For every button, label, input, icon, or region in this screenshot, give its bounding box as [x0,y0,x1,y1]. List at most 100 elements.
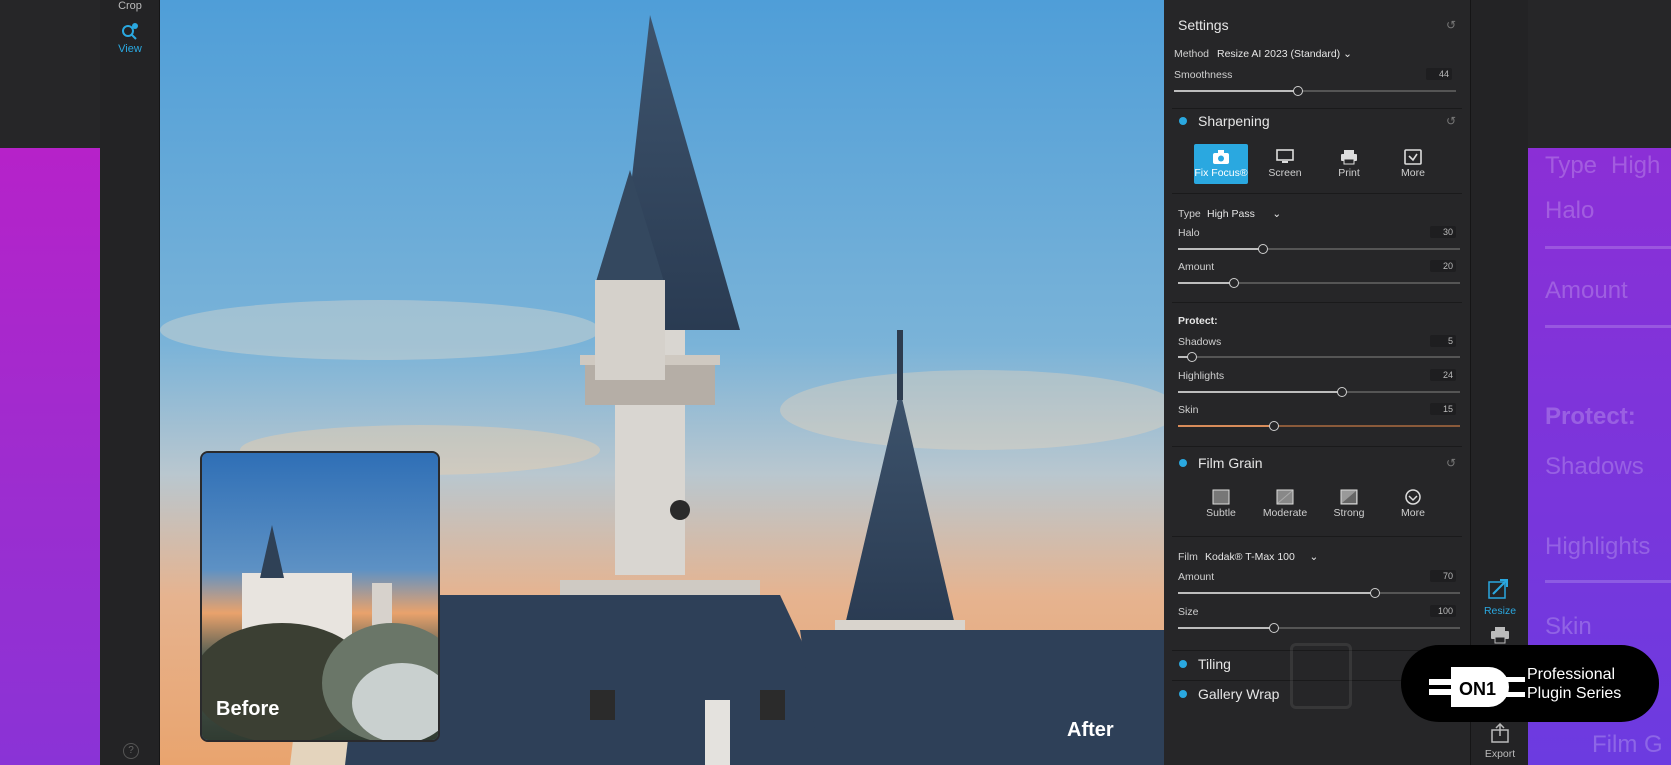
smoothness-value[interactable]: 44 [1426,68,1452,80]
slider-knob[interactable] [1370,588,1380,598]
film-label: Film [1178,551,1198,563]
ghost-protect: Protect: [1545,403,1636,430]
sharpen-amount-value[interactable]: 20 [1430,260,1456,272]
slider-fill [1174,90,1298,92]
gallery-wrap-enabled-dot[interactable] [1179,690,1187,698]
chevron-down-icon: ⌄ [1343,48,1352,60]
slider-knob[interactable] [1229,278,1239,288]
help-icon[interactable]: ? [123,743,139,759]
halo-value[interactable]: 30 [1430,226,1456,238]
checkbox-icon [1404,149,1422,165]
grain-size-label: Size [1178,606,1199,618]
ghost-skin: Skin [1545,613,1592,640]
skin-label: Skin [1178,404,1199,416]
export-label[interactable]: Export [1471,748,1529,760]
slider-knob[interactable] [1269,623,1279,633]
film-grain-enabled-dot[interactable] [1179,459,1187,467]
sharpen-amount-slider[interactable] [1178,278,1460,288]
highlights-slider[interactable] [1178,387,1460,397]
magnifier-icon[interactable] [120,22,140,40]
film-dropdown[interactable]: Kodak® T-Max 100 ⌄ [1205,551,1318,563]
slider-knob[interactable] [1337,387,1347,397]
grain-amount-value[interactable]: 70 [1430,570,1456,582]
image-canvas[interactable]: Before [160,0,1164,765]
grain-label: Subtle [1206,507,1236,519]
grain-moderate-button[interactable]: Moderate [1258,484,1312,524]
sharpening-title: Sharpening [1198,113,1270,129]
type-value: High Pass [1207,208,1255,220]
skin-value[interactable]: 15 [1430,403,1456,415]
shadows-value[interactable]: 5 [1430,335,1456,347]
mode-more-button[interactable]: More [1386,144,1440,184]
grain-size-value[interactable]: 100 [1430,605,1456,617]
smoothness-slider[interactable] [1174,86,1456,96]
protect-label: Protect: [1178,315,1218,327]
grain-label: More [1401,507,1425,519]
ghost-shadows: Shadows [1545,453,1644,480]
chevron-down-icon: ⌄ [1272,208,1282,220]
grain-amount-label: Amount [1178,571,1215,583]
ghost-halo: Halo [1545,197,1595,224]
gallery-wrap-title[interactable]: Gallery Wrap [1198,686,1279,702]
shadows-slider[interactable] [1178,352,1460,362]
chevron-down-icon: ⌄ [1309,551,1319,563]
svg-text:ON1: ON1 [1459,679,1496,699]
printer-icon[interactable] [1490,626,1510,644]
camera-icon [1213,150,1229,164]
type-dropdown[interactable]: High Pass ⌄ [1207,208,1281,220]
film-grain-reset-icon[interactable]: ↺ [1446,457,1458,469]
slider-knob[interactable] [1293,86,1303,96]
tiling-enabled-dot[interactable] [1179,660,1187,668]
export-icon[interactable] [1490,723,1510,743]
grain-strong-button[interactable]: Strong [1322,484,1376,524]
mode-label: Fix Focus® [1194,167,1248,179]
slider-knob[interactable] [1258,244,1268,254]
sharpening-reset-icon[interactable]: ↺ [1446,115,1458,127]
sharpening-enabled-dot[interactable] [1179,117,1187,125]
smoothness-label: Smoothness [1174,69,1233,81]
skin-slider[interactable] [1178,421,1460,431]
mode-fix-focus-button[interactable]: Fix Focus® [1194,144,1248,184]
divider [1172,302,1462,303]
slider-fill [1178,425,1274,427]
type-label: Type [1178,208,1201,220]
highlights-value[interactable]: 24 [1430,369,1456,381]
mode-screen-button[interactable]: Screen [1258,144,1312,184]
ghost-highlights: Highlights [1545,533,1651,560]
grain-label: Moderate [1262,507,1308,519]
printer-icon [1341,150,1357,165]
background-purple-left [0,148,100,765]
grain-amount-slider[interactable] [1178,588,1460,598]
ghost-line [1545,246,1671,249]
watermark-logo [1290,643,1352,709]
slider-knob[interactable] [1187,352,1197,362]
slider-fill [1178,391,1342,393]
ghost-amount: Amount [1545,277,1628,304]
tiling-title[interactable]: Tiling [1198,656,1231,672]
slider-knob[interactable] [1269,421,1279,431]
after-label: After [1067,719,1114,741]
monitor-icon [1276,149,1294,163]
app-stage: Type High Halo Amount Protect: Shadows H… [0,0,1671,765]
ghost-line [1545,325,1671,328]
grain-subtle-button[interactable]: Subtle [1194,484,1248,524]
ghost-line [1545,580,1671,583]
film-grain-title: Film Grain [1198,455,1263,471]
halo-slider[interactable] [1178,244,1460,254]
grain-more-button[interactable]: More [1386,484,1440,524]
mode-print-button[interactable]: Print [1322,144,1376,184]
halo-label: Halo [1178,227,1200,239]
resize-label[interactable]: Resize [1471,605,1529,617]
method-dropdown[interactable]: Resize AI 2023 (Standard) ⌄ [1217,48,1352,60]
grain-subtle-icon [1212,489,1230,505]
grain-size-slider[interactable] [1178,623,1460,633]
grain-strong-icon [1340,489,1358,505]
badge-line-1: Professional [1527,666,1616,683]
badge-text: Professional Plugin Series [1527,665,1621,703]
view-tool-label[interactable]: View [100,43,160,55]
ai-resize-icon[interactable] [1487,578,1511,600]
settings-reset-icon[interactable]: ↺ [1446,19,1458,31]
settings-title: Settings [1178,17,1229,33]
film-value: Kodak® T-Max 100 [1205,551,1295,563]
crop-tool-label[interactable]: Crop [100,0,160,12]
